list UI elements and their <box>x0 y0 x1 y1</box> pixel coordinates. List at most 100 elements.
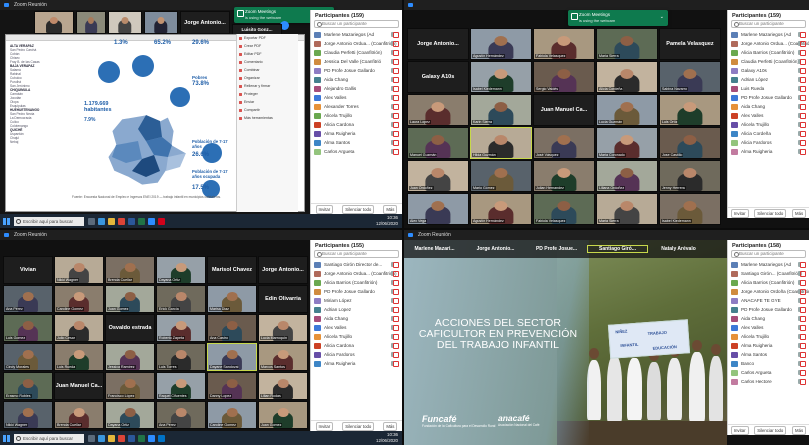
participant-item[interactable]: Adrian Lopez <box>311 305 402 314</box>
tool-item[interactable]: Organizar <box>237 74 298 82</box>
mic-video-status-icon[interactable] <box>391 68 399 74</box>
mic-video-status-icon[interactable] <box>391 41 399 47</box>
mic-video-status-icon[interactable] <box>798 68 806 74</box>
name-tile[interactable]: Edin Olivarria <box>258 285 308 313</box>
video-tile[interactable]: Agustín Hernández <box>470 193 532 225</box>
mic-video-status-icon[interactable] <box>798 41 806 47</box>
participant-item[interactable]: Alma Santos <box>311 138 402 147</box>
mic-video-status-icon[interactable] <box>798 104 806 110</box>
participant-item[interactable]: Alicela Trujillo <box>728 120 809 129</box>
name-tile[interactable]: Pamela Velasquez <box>659 28 721 60</box>
video-tile[interactable]: Mario Gómez <box>470 160 532 192</box>
video-tile[interactable]: José Vásquez <box>533 127 595 159</box>
mic-video-status-icon[interactable] <box>391 316 399 322</box>
video-tile[interactable]: Sabina Navarro <box>659 61 721 93</box>
participant-item[interactable]: Alicia Fardoros <box>311 350 402 359</box>
video-tile[interactable]: Dayane Sandoval <box>207 343 257 371</box>
participant-item[interactable]: Alicela Trujillo <box>728 332 809 341</box>
participant-item[interactable]: Alejandro Gallis <box>311 84 402 93</box>
participant-item[interactable]: Banco <box>728 359 809 368</box>
participant-item[interactable]: Alex Valles <box>311 93 402 102</box>
mic-video-status-icon[interactable] <box>798 379 806 385</box>
zoom-icon[interactable] <box>148 434 155 442</box>
participant-item[interactable]: PD Profe Josue Gallardo <box>311 287 402 296</box>
taskbar-search-input[interactable]: Escribir aquí para buscar <box>14 433 84 443</box>
invite-button[interactable]: Invitar <box>315 421 334 431</box>
chrome-icon[interactable] <box>118 434 125 442</box>
participant-item[interactable]: Alicia Cordeña <box>728 129 809 138</box>
mic-video-status-icon[interactable] <box>798 370 806 376</box>
video-tile[interactable]: Lucia Guzmán <box>596 94 658 126</box>
video-tile[interactable]: Raquel Cifuentes <box>156 372 206 400</box>
taskbar-search-input[interactable]: Escribir aquí para buscar <box>14 216 84 226</box>
video-tile[interactable]: Marisa Diaz <box>207 285 257 313</box>
video-tile[interactable]: Caroline Gomez <box>207 401 257 429</box>
windows-start-icon[interactable] <box>3 217 10 225</box>
participant-item[interactable]: Miriam López <box>311 296 402 305</box>
mic-video-status-icon[interactable] <box>391 131 399 137</box>
participant-search-input[interactable]: Buscar un participante <box>731 20 806 28</box>
word-icon[interactable] <box>128 217 135 225</box>
name-tile[interactable]: Jorge Antonio... <box>258 256 308 284</box>
participant-item[interactable]: Alma Ruigheria <box>728 147 809 156</box>
windows-start-icon[interactable] <box>3 434 10 442</box>
participant-item[interactable]: Aida Chang <box>311 314 402 323</box>
participant-item[interactable]: Santiago Girón Director de... <box>311 260 402 269</box>
video-tile[interactable]: Ana Pérez <box>3 285 53 313</box>
participant-item[interactable]: Marlene Mazariegos (Ad <box>311 30 402 39</box>
name-tile[interactable]: Juan Manuel Ca... <box>533 94 595 126</box>
mic-video-status-icon[interactable] <box>798 262 806 268</box>
video-tile[interactable]: Luis Rueda <box>54 343 104 371</box>
video-tile[interactable]: Francisco López <box>105 372 155 400</box>
video-tile[interactable]: Julian Hernandez <box>533 160 595 192</box>
video-tile[interactable]: Isabel Kiedemann <box>659 193 721 225</box>
more-button[interactable]: Más <box>383 421 398 431</box>
tool-item[interactable]: Proteger <box>237 90 298 98</box>
participant-search-input[interactable]: Buscar un participante <box>314 250 399 258</box>
video-tile[interactable]: Liliana Ordoñez <box>596 160 658 192</box>
participant-item[interactable]: Alma Ruigheria <box>311 129 402 138</box>
mic-video-status-icon[interactable] <box>798 307 806 313</box>
video-tile[interactable]: Jessica Ramírez <box>105 343 155 371</box>
tool-item[interactable]: Rellenar y firmar <box>237 82 298 90</box>
participant-item[interactable]: Claudia Perfetti (Coanfitrión) <box>728 57 809 66</box>
mic-video-status-icon[interactable] <box>798 361 806 367</box>
zoom-icon[interactable] <box>148 217 155 225</box>
mic-video-status-icon[interactable] <box>798 325 806 331</box>
excel-icon[interactable] <box>138 217 145 225</box>
mic-video-status-icon[interactable] <box>798 352 806 358</box>
tool-item[interactable]: Crear PDF <box>237 42 298 50</box>
video-tile[interactable] <box>76 11 106 34</box>
video-tile[interactable]: Luis Ortíz <box>659 94 721 126</box>
participant-item[interactable]: Jorge Antonio Ordua... (Coanfitrión) <box>728 39 809 48</box>
participant-item[interactable]: PD Profe Josue Gallardo <box>311 66 402 75</box>
video-tile[interactable]: Lucia Marroquín <box>258 314 308 342</box>
video-tile[interactable]: Juan Gomez <box>105 285 155 313</box>
more-button[interactable]: Más <box>792 208 807 218</box>
mic-video-status-icon[interactable] <box>798 50 806 56</box>
participant-item[interactable]: Luis Rueda <box>728 84 809 93</box>
participant-item[interactable]: Alicia Barrios (Coanfitrión) <box>728 278 809 287</box>
tool-item[interactable]: Más herramientas <box>237 114 298 122</box>
mic-video-status-icon[interactable] <box>391 307 399 313</box>
video-tile[interactable]: Luis Torres <box>156 343 206 371</box>
participant-item[interactable]: Alicela Trujillo <box>311 332 402 341</box>
video-tile[interactable]: Cindy Morales <box>3 343 53 371</box>
video-tile[interactable]: Maria Sierra <box>596 28 658 60</box>
mic-video-status-icon[interactable] <box>391 298 399 304</box>
video-tile[interactable]: Ana Pérez <box>156 401 206 429</box>
video-tile[interactable]: Danny Lopez <box>207 372 257 400</box>
participant-item[interactable]: Santiago Girón... (Coanfitrión) <box>728 269 809 278</box>
word-icon[interactable] <box>128 434 135 442</box>
edge-icon[interactable] <box>98 217 105 225</box>
acrobat-icon[interactable] <box>158 217 165 225</box>
video-tile[interactable]: Brenda Cuellar <box>105 256 155 284</box>
video-tile[interactable]: Lilian Rodas <box>258 372 308 400</box>
mic-video-status-icon[interactable] <box>391 113 399 119</box>
more-button[interactable]: Más <box>792 425 807 435</box>
name-tile[interactable]: Galaxy A10s <box>407 61 469 93</box>
participant-item[interactable]: Aida Chang <box>311 75 402 84</box>
video-tile[interactable]: Dayana Ortiz <box>105 401 155 429</box>
speaker-name[interactable]: Santiago Giró... <box>587 245 648 253</box>
video-tile[interactable]: Agustín Hernández <box>470 28 532 60</box>
